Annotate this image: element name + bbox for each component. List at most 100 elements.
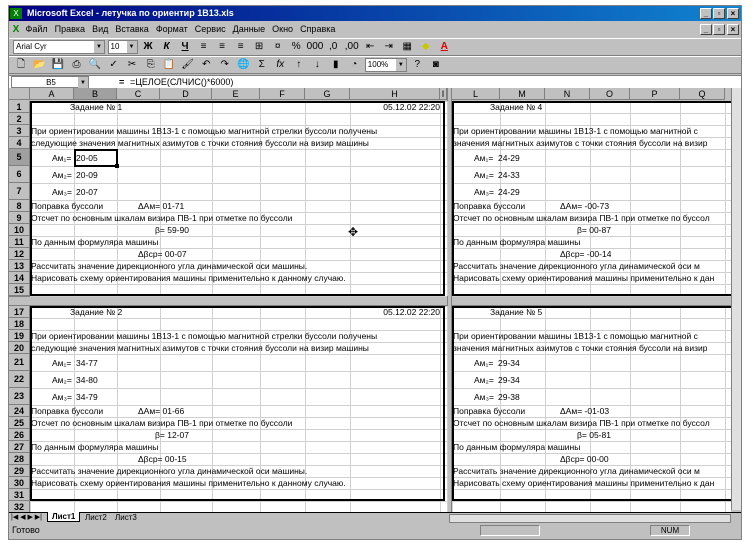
merge-center-icon[interactable]: ⊞ bbox=[251, 39, 267, 54]
zoom-select[interactable]: 100% ▼ bbox=[364, 57, 407, 72]
sort-descending-icon[interactable]: ↓ bbox=[309, 57, 325, 72]
row-header[interactable]: 23 bbox=[9, 388, 30, 405]
row-header[interactable]: 8 bbox=[9, 200, 30, 212]
hyperlink-icon[interactable]: 🌐 bbox=[235, 57, 251, 72]
font-size-select[interactable]: 10 ▼ bbox=[107, 39, 138, 54]
row-header[interactable]: 21 bbox=[9, 354, 30, 371]
column-header[interactable]: B bbox=[74, 88, 117, 100]
doc-minimize-button[interactable]: _ bbox=[700, 24, 712, 35]
row-header[interactable]: 13 bbox=[9, 260, 30, 272]
fill-handle[interactable] bbox=[115, 164, 119, 168]
row-header[interactable]: 20 bbox=[9, 342, 30, 354]
align-left-icon[interactable]: ≡ bbox=[196, 39, 212, 54]
row-header[interactable]: 25 bbox=[9, 417, 30, 429]
copy-icon[interactable]: ⎘ bbox=[143, 57, 159, 72]
row-header[interactable]: 1 bbox=[9, 101, 30, 113]
function-icon[interactable]: fx bbox=[272, 57, 288, 72]
formula-input[interactable]: =ЦЕЛОЕ(СЛЧИС()*6000) bbox=[130, 76, 233, 88]
row-header[interactable]: 26 bbox=[9, 429, 30, 441]
selected-cell-b5[interactable] bbox=[74, 149, 118, 167]
column-header[interactable]: E bbox=[212, 88, 260, 100]
row-header[interactable]: 2 bbox=[9, 113, 30, 125]
menu-item[interactable]: Вид bbox=[92, 24, 108, 34]
minimize-button[interactable]: _ bbox=[700, 8, 712, 19]
new-icon[interactable]: 🗋 bbox=[13, 57, 29, 72]
row-header[interactable]: 18 bbox=[9, 318, 30, 330]
borders-icon[interactable]: ▦ bbox=[399, 39, 415, 54]
tab-sheet1[interactable]: Лист1 bbox=[47, 512, 81, 522]
row-header[interactable]: 5 bbox=[9, 149, 30, 166]
font-select[interactable]: Arial Cyr ▼ bbox=[13, 39, 105, 54]
row-header[interactable]: 10 bbox=[9, 224, 30, 236]
doc-restore-button[interactable]: ▫ bbox=[713, 24, 725, 35]
row-header[interactable]: 24 bbox=[9, 405, 30, 417]
menu-item[interactable]: Данные bbox=[233, 24, 266, 34]
spelling-icon[interactable]: ✓ bbox=[106, 57, 122, 72]
bold-button[interactable]: Ж bbox=[140, 39, 156, 54]
italic-button[interactable]: К bbox=[159, 39, 175, 54]
row-header[interactable]: 31 bbox=[9, 489, 30, 501]
column-header[interactable]: O bbox=[590, 88, 630, 100]
menu-item[interactable]: Сервис bbox=[195, 24, 226, 34]
chart-wizard-icon[interactable]: ▮ bbox=[328, 57, 344, 72]
save-icon[interactable]: 💾 bbox=[50, 57, 66, 72]
row-header[interactable]: 3 bbox=[9, 125, 30, 137]
tab-scroll-buttons[interactable]: |◀ ◀ ▶ ▶| bbox=[11, 513, 42, 521]
maximize-button[interactable]: ▫ bbox=[713, 8, 725, 19]
column-header[interactable]: N bbox=[545, 88, 590, 100]
column-header[interactable]: L bbox=[452, 88, 500, 100]
increase-indent-icon[interactable]: ⇥ bbox=[381, 39, 397, 54]
underline-button[interactable]: Ч bbox=[177, 39, 193, 54]
column-header[interactable]: M bbox=[500, 88, 545, 100]
office-assistant-icon[interactable]: ◙ bbox=[428, 57, 444, 72]
print-icon[interactable]: ⎙ bbox=[69, 57, 85, 72]
percent-icon[interactable]: % bbox=[288, 39, 304, 54]
horizontal-scrollbar[interactable] bbox=[449, 514, 731, 523]
tab-sheet3[interactable]: Лист3 bbox=[111, 513, 141, 522]
row-header[interactable]: 28 bbox=[9, 453, 30, 465]
print-preview-icon[interactable]: 🔍 bbox=[87, 57, 103, 72]
undo-icon[interactable]: ↶ bbox=[198, 57, 214, 72]
row-header[interactable]: 7 bbox=[9, 183, 30, 200]
horizontal-split-bar[interactable] bbox=[9, 296, 731, 306]
column-header[interactable]: F bbox=[260, 88, 305, 100]
currency-icon[interactable]: ¤ bbox=[270, 39, 286, 54]
vertical-scrollbar[interactable] bbox=[731, 88, 741, 510]
row-header[interactable]: 15 bbox=[9, 284, 30, 296]
row-header[interactable]: 27 bbox=[9, 441, 30, 453]
column-header[interactable]: A bbox=[30, 88, 74, 100]
increase-decimal-icon[interactable]: ,0 bbox=[325, 39, 341, 54]
column-header[interactable]: I bbox=[440, 88, 447, 100]
row-header[interactable]: 30 bbox=[9, 477, 30, 489]
row-header[interactable]: 14 bbox=[9, 272, 30, 284]
open-icon[interactable]: 📂 bbox=[32, 57, 48, 72]
help-icon[interactable]: ? bbox=[409, 57, 425, 72]
menu-item[interactable]: Справка bbox=[300, 24, 335, 34]
font-color-icon[interactable]: A bbox=[436, 39, 452, 54]
row-header[interactable]: 17 bbox=[9, 306, 30, 318]
menu-item[interactable]: Правка bbox=[55, 24, 85, 34]
tab-sheet2[interactable]: Лист2 bbox=[81, 513, 111, 522]
row-header[interactable]: 19 bbox=[9, 330, 30, 342]
decrease-indent-icon[interactable]: ⇤ bbox=[362, 39, 378, 54]
workbook-icon[interactable]: X bbox=[9, 22, 23, 37]
row-header[interactable]: 29 bbox=[9, 465, 30, 477]
drawing-icon[interactable]: ◔ bbox=[346, 57, 362, 72]
row-header[interactable]: 11 bbox=[9, 236, 30, 248]
doc-close-button[interactable]: × bbox=[727, 24, 739, 35]
column-header[interactable]: P bbox=[630, 88, 680, 100]
menu-item[interactable]: Окно bbox=[272, 24, 293, 34]
cut-icon[interactable]: ✂ bbox=[124, 57, 140, 72]
column-header[interactable]: G bbox=[305, 88, 350, 100]
row-header[interactable]: 6 bbox=[9, 166, 30, 183]
column-header[interactable]: D bbox=[160, 88, 212, 100]
name-box[interactable]: B5 ▼ bbox=[11, 76, 89, 89]
menu-item[interactable]: Формат bbox=[156, 24, 188, 34]
menu-item[interactable]: Вставка bbox=[115, 24, 148, 34]
sort-ascending-icon[interactable]: ↑ bbox=[291, 57, 307, 72]
fill-color-icon[interactable]: ◆ bbox=[418, 39, 434, 54]
align-center-icon[interactable]: ≡ bbox=[214, 39, 230, 54]
autosum-icon[interactable]: Σ bbox=[254, 57, 270, 72]
row-header[interactable]: 12 bbox=[9, 248, 30, 260]
paste-icon[interactable]: 📋 bbox=[161, 57, 177, 72]
